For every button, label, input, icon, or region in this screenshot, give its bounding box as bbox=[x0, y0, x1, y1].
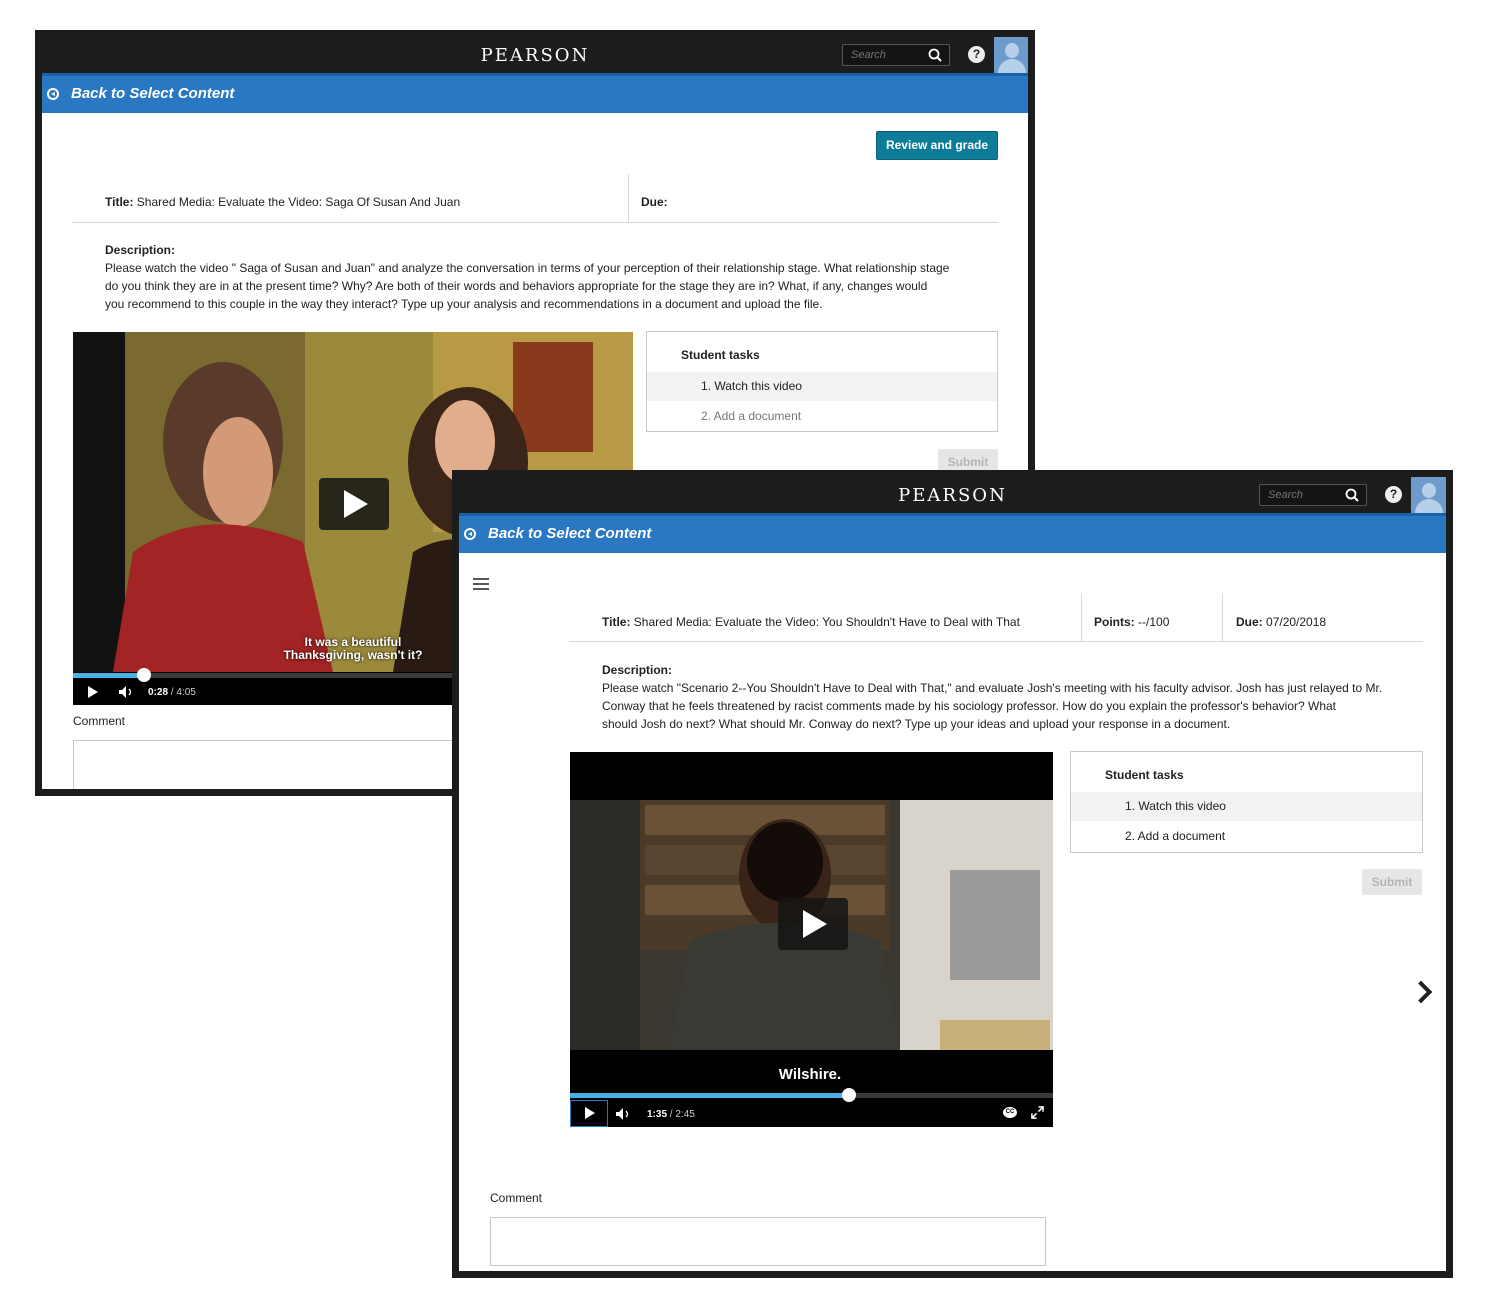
due-label: Due: bbox=[641, 195, 668, 209]
menu-icon[interactable] bbox=[473, 578, 489, 590]
back-arrow-icon[interactable] bbox=[47, 88, 59, 100]
student-tasks-panel: Student tasks 1. Watch this video 2. Add… bbox=[646, 331, 998, 432]
search-box[interactable] bbox=[842, 44, 950, 66]
avatar[interactable] bbox=[994, 37, 1028, 73]
back-to-select-content-link[interactable]: Back to Select Content bbox=[71, 85, 234, 102]
back-nav-bar: Back to Select Content bbox=[42, 73, 1028, 113]
top-bar: PEARSON ? bbox=[459, 477, 1446, 513]
student-tasks-panel: Student tasks 1. Watch this video 2. Add… bbox=[1070, 751, 1423, 853]
description: Description: Please watch "Scenario 2--Y… bbox=[602, 663, 1383, 731]
video-player[interactable]: Wilshire. 1:35 / 2:45 CC bbox=[570, 752, 1053, 1127]
progress-track[interactable] bbox=[570, 1088, 1053, 1102]
search-input[interactable] bbox=[851, 47, 923, 63]
next-chevron-icon[interactable] bbox=[1409, 980, 1433, 1004]
search-icon[interactable] bbox=[1344, 487, 1360, 503]
task-add-document[interactable]: 2. Add a document bbox=[647, 402, 997, 431]
search-box[interactable] bbox=[1259, 484, 1367, 506]
student-tasks-heading: Student tasks bbox=[1105, 768, 1184, 782]
video-controls: 1:35 / 2:45 CC bbox=[570, 1088, 1053, 1127]
assignment-title: Title: Shared Media: Evaluate the Video:… bbox=[105, 195, 461, 209]
submit-button[interactable]: Submit bbox=[1362, 869, 1422, 895]
video-time: 1:35 / 2:45 bbox=[647, 1109, 695, 1120]
back-nav-bar: Back to Select Content bbox=[459, 513, 1446, 553]
front-window: PEARSON ? Back to Select Content Title: … bbox=[452, 470, 1453, 1278]
video-caption: It was a beautiful Thanksgiving, wasn't … bbox=[283, 635, 423, 662]
fullscreen-icon[interactable] bbox=[1031, 1106, 1044, 1119]
top-bar: PEARSON ? bbox=[42, 37, 1028, 73]
volume-icon[interactable] bbox=[616, 1108, 632, 1120]
play-icon[interactable] bbox=[585, 1107, 595, 1119]
back-to-select-content-link[interactable]: Back to Select Content bbox=[488, 525, 651, 542]
duration: / 4:05 bbox=[170, 687, 196, 698]
current-time: 0:28 bbox=[148, 687, 169, 698]
current-time: 1:35 bbox=[647, 1109, 668, 1120]
comment-input[interactable] bbox=[490, 1217, 1046, 1266]
back-arrow-icon[interactable] bbox=[464, 528, 476, 540]
avatar[interactable] bbox=[1411, 477, 1446, 513]
play-icon[interactable] bbox=[88, 686, 98, 698]
points: Points: --/100 bbox=[1094, 615, 1170, 629]
duration: / 2:45 bbox=[669, 1109, 695, 1120]
video-time: 0:28 / 4:05 bbox=[148, 687, 196, 698]
play-overlay-button[interactable] bbox=[319, 478, 389, 530]
progress-fill bbox=[570, 1093, 849, 1098]
due-date: Due: 07/20/2018 bbox=[1236, 615, 1327, 629]
review-and-grade-button[interactable]: Review and grade bbox=[876, 131, 998, 160]
student-tasks-heading: Student tasks bbox=[681, 348, 760, 362]
volume-icon[interactable] bbox=[119, 686, 135, 698]
assignment-title: Title: Shared Media: Evaluate the Video:… bbox=[602, 615, 1020, 629]
help-icon[interactable]: ? bbox=[968, 46, 985, 63]
search-input[interactable] bbox=[1268, 487, 1340, 503]
progress-fill bbox=[73, 673, 143, 678]
progress-knob[interactable] bbox=[842, 1088, 856, 1102]
description: Description: Please watch the video " Sa… bbox=[105, 243, 950, 311]
task-watch-video[interactable]: 1. Watch this video bbox=[647, 372, 997, 401]
closed-captions-icon[interactable]: CC bbox=[1003, 1107, 1017, 1118]
comment-label: Comment bbox=[73, 714, 126, 728]
task-add-document[interactable]: 2. Add a document bbox=[1071, 822, 1422, 851]
task-watch-video[interactable]: 1. Watch this video bbox=[1071, 792, 1422, 821]
comment-label: Comment bbox=[490, 1191, 543, 1205]
play-overlay-button[interactable] bbox=[778, 898, 848, 950]
progress-knob[interactable] bbox=[137, 668, 151, 682]
video-caption: Wilshire. bbox=[778, 1066, 842, 1083]
search-icon[interactable] bbox=[927, 47, 943, 63]
help-icon[interactable]: ? bbox=[1385, 486, 1402, 503]
